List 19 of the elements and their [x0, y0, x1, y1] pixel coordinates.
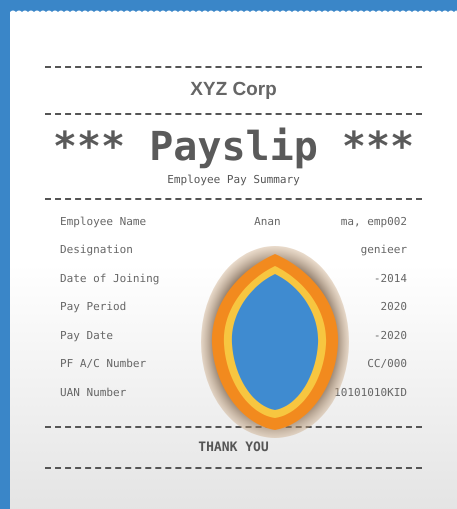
field-value: genieer: [360, 242, 407, 258]
field-label: Pay Date: [60, 328, 113, 344]
subtitle: Employee Pay Summary: [167, 173, 300, 187]
field-label: Pay Period: [60, 299, 126, 316]
field-value: -2020: [374, 328, 407, 344]
company-name: XYZ Corp: [190, 78, 277, 102]
payslip-title: *** Payslip ***: [52, 123, 414, 171]
field-label: Designation: [60, 242, 133, 258]
field-label: Employee Name: [60, 214, 146, 230]
field-value: ma, emp002: [340, 214, 407, 230]
field-value: 2020: [380, 299, 407, 316]
field-value: -2014: [374, 270, 407, 287]
field-label: PF A/C Number: [60, 356, 146, 372]
field-value: 10101010KID: [334, 384, 407, 401]
field-label: Date of Joining: [60, 270, 160, 287]
thank-you-text: THANK YOU: [198, 440, 269, 456]
field-label: UAN Number: [60, 384, 126, 401]
field-value: CC/000: [367, 356, 407, 372]
field-value: Anan: [254, 214, 281, 230]
